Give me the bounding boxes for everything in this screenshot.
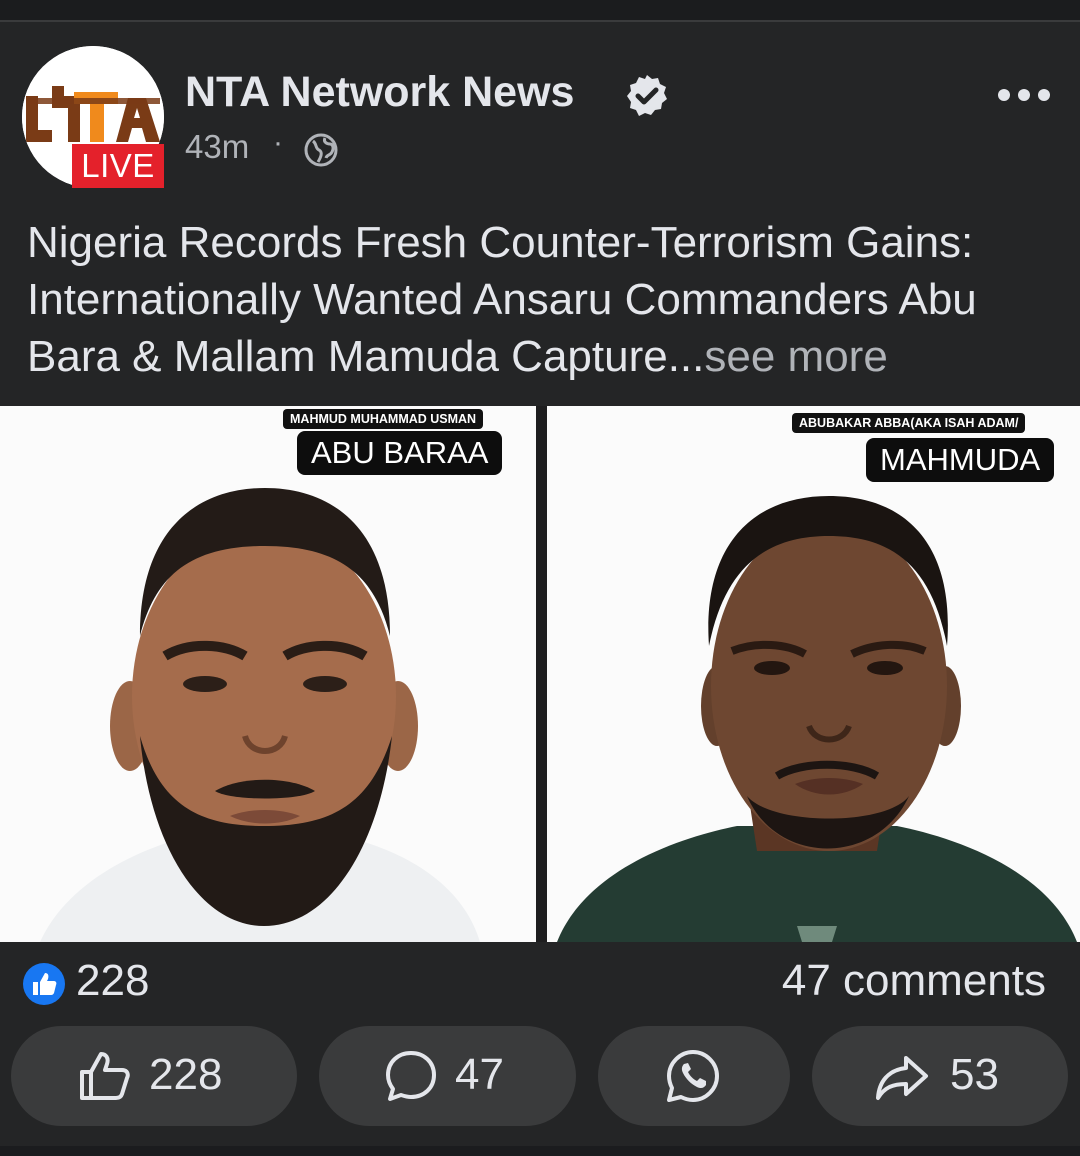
like-button[interactable]: 228 [11, 1026, 297, 1126]
meta-separator: · [273, 126, 283, 159]
comment-button[interactable]: 47 [319, 1026, 576, 1126]
suspect-portrait-left [0, 406, 536, 942]
globe-icon[interactable] [303, 132, 339, 168]
share-button[interactable]: 53 [812, 1026, 1068, 1126]
suspect-portrait-right [547, 406, 1080, 942]
more-icon[interactable] [996, 84, 1052, 106]
suspect-fullname-label: ABUBAKAR ABBA(AKA ISAH ADAM/ [792, 413, 1026, 433]
share-icon [876, 1056, 928, 1100]
page-name[interactable]: NTA Network News [185, 68, 574, 117]
suspect-photo-right[interactable]: ABUBAKAR ABBA(AKA ISAH ADAM/ MAHMUDA [547, 406, 1080, 942]
photo-divider [536, 406, 547, 942]
like-button-count: 228 [149, 1050, 223, 1099]
verified-icon [627, 75, 667, 116]
comment-count[interactable]: 47 comments [782, 956, 1046, 1006]
suspect-alias-label: MAHMUDA [866, 438, 1055, 482]
like-icon [80, 1052, 130, 1100]
post-text: Nigeria Records Fresh Counter-Terrorism … [27, 214, 1067, 385]
suspect-photo-left[interactable]: MAHMUD MUHAMMAD USMAN ABU BARAA [0, 406, 536, 942]
whatsapp-icon [667, 1050, 719, 1102]
suspect-fullname-label: MAHMUD MUHAMMAD USMAN [283, 409, 484, 429]
post-time[interactable]: 43m [185, 128, 249, 166]
comment-icon [386, 1051, 436, 1101]
share-button-count: 53 [950, 1050, 999, 1099]
suspect-alias-label: ABU BARAA [297, 431, 503, 475]
reaction-count[interactable]: 228 [76, 956, 149, 1006]
like-reaction-icon[interactable] [22, 962, 66, 1006]
live-badge: LIVE [72, 144, 164, 188]
see-more-link[interactable]: see more [704, 332, 887, 381]
comment-button-count: 47 [455, 1050, 504, 1099]
whatsapp-button[interactable] [598, 1026, 790, 1126]
